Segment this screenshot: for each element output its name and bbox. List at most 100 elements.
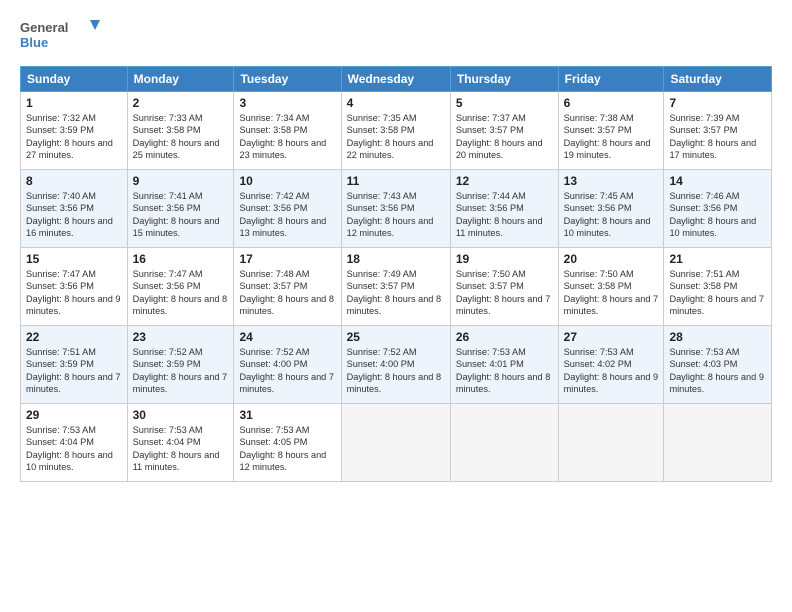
daylight-label: Daylight: 8 hours and 7 minutes. (239, 372, 334, 394)
sunrise-label: Sunrise: 7:52 AM (239, 347, 309, 357)
sunset-label: Sunset: 4:04 PM (26, 437, 94, 447)
daylight-label: Daylight: 8 hours and 27 minutes. (26, 138, 113, 160)
calendar-cell (450, 404, 558, 482)
calendar-cell: 14 Sunrise: 7:46 AM Sunset: 3:56 PM Dayl… (664, 170, 772, 248)
daylight-label: Daylight: 8 hours and 7 minutes. (564, 294, 659, 316)
cell-content: Sunrise: 7:52 AM Sunset: 3:59 PM Dayligh… (133, 346, 229, 396)
daylight-label: Daylight: 8 hours and 10 minutes. (26, 450, 113, 472)
sunrise-label: Sunrise: 7:53 AM (239, 425, 309, 435)
day-number: 20 (564, 252, 659, 266)
sunrise-label: Sunrise: 7:50 AM (564, 269, 634, 279)
sunset-label: Sunset: 3:57 PM (239, 281, 307, 291)
calendar-cell: 21 Sunrise: 7:51 AM Sunset: 3:58 PM Dayl… (664, 248, 772, 326)
cell-content: Sunrise: 7:42 AM Sunset: 3:56 PM Dayligh… (239, 190, 335, 240)
sunset-label: Sunset: 3:57 PM (564, 125, 632, 135)
sunrise-label: Sunrise: 7:52 AM (133, 347, 203, 357)
calendar-cell: 20 Sunrise: 7:50 AM Sunset: 3:58 PM Dayl… (558, 248, 664, 326)
cell-content: Sunrise: 7:46 AM Sunset: 3:56 PM Dayligh… (669, 190, 766, 240)
daylight-label: Daylight: 8 hours and 9 minutes. (669, 372, 764, 394)
daylight-label: Daylight: 8 hours and 8 minutes. (456, 372, 551, 394)
calendar-cell: 16 Sunrise: 7:47 AM Sunset: 3:56 PM Dayl… (127, 248, 234, 326)
header: General Blue (20, 16, 772, 56)
cell-content: Sunrise: 7:49 AM Sunset: 3:57 PM Dayligh… (347, 268, 445, 318)
page: General Blue Sunday Monday Tuesday Wedne… (0, 0, 792, 612)
calendar-table: Sunday Monday Tuesday Wednesday Thursday… (20, 66, 772, 482)
calendar-cell: 2 Sunrise: 7:33 AM Sunset: 3:58 PM Dayli… (127, 92, 234, 170)
calendar-cell: 19 Sunrise: 7:50 AM Sunset: 3:57 PM Dayl… (450, 248, 558, 326)
day-number: 1 (26, 96, 122, 110)
day-number: 26 (456, 330, 553, 344)
sunrise-label: Sunrise: 7:35 AM (347, 113, 417, 123)
svg-text:Blue: Blue (20, 35, 48, 50)
sunrise-label: Sunrise: 7:33 AM (133, 113, 203, 123)
daylight-label: Daylight: 8 hours and 10 minutes. (669, 216, 756, 238)
daylight-label: Daylight: 8 hours and 9 minutes. (564, 372, 659, 394)
sunset-label: Sunset: 3:57 PM (456, 281, 524, 291)
cell-content: Sunrise: 7:50 AM Sunset: 3:58 PM Dayligh… (564, 268, 659, 318)
cell-content: Sunrise: 7:53 AM Sunset: 4:04 PM Dayligh… (26, 424, 122, 474)
sunset-label: Sunset: 3:56 PM (347, 203, 415, 213)
sunrise-label: Sunrise: 7:38 AM (564, 113, 634, 123)
calendar-cell: 26 Sunrise: 7:53 AM Sunset: 4:01 PM Dayl… (450, 326, 558, 404)
daylight-label: Daylight: 8 hours and 17 minutes. (669, 138, 756, 160)
calendar-cell: 29 Sunrise: 7:53 AM Sunset: 4:04 PM Dayl… (21, 404, 128, 482)
col-sunday: Sunday (21, 67, 128, 92)
day-number: 21 (669, 252, 766, 266)
sunrise-label: Sunrise: 7:46 AM (669, 191, 739, 201)
day-number: 29 (26, 408, 122, 422)
calendar-cell: 23 Sunrise: 7:52 AM Sunset: 3:59 PM Dayl… (127, 326, 234, 404)
sunset-label: Sunset: 3:57 PM (347, 281, 415, 291)
day-number: 5 (456, 96, 553, 110)
calendar-week-4: 22 Sunrise: 7:51 AM Sunset: 3:59 PM Dayl… (21, 326, 772, 404)
cell-content: Sunrise: 7:51 AM Sunset: 3:58 PM Dayligh… (669, 268, 766, 318)
sunrise-label: Sunrise: 7:44 AM (456, 191, 526, 201)
sunrise-label: Sunrise: 7:49 AM (347, 269, 417, 279)
day-number: 13 (564, 174, 659, 188)
day-number: 23 (133, 330, 229, 344)
day-number: 24 (239, 330, 335, 344)
sunset-label: Sunset: 3:58 PM (239, 125, 307, 135)
col-tuesday: Tuesday (234, 67, 341, 92)
sunset-label: Sunset: 3:56 PM (456, 203, 524, 213)
sunrise-label: Sunrise: 7:40 AM (26, 191, 96, 201)
col-friday: Friday (558, 67, 664, 92)
day-number: 31 (239, 408, 335, 422)
day-number: 25 (347, 330, 445, 344)
cell-content: Sunrise: 7:52 AM Sunset: 4:00 PM Dayligh… (239, 346, 335, 396)
calendar-cell: 6 Sunrise: 7:38 AM Sunset: 3:57 PM Dayli… (558, 92, 664, 170)
daylight-label: Daylight: 8 hours and 10 minutes. (564, 216, 651, 238)
day-number: 17 (239, 252, 335, 266)
sunset-label: Sunset: 3:58 PM (347, 125, 415, 135)
day-number: 30 (133, 408, 229, 422)
sunset-label: Sunset: 3:56 PM (239, 203, 307, 213)
sunrise-label: Sunrise: 7:52 AM (347, 347, 417, 357)
calendar-cell: 30 Sunrise: 7:53 AM Sunset: 4:04 PM Dayl… (127, 404, 234, 482)
sunset-label: Sunset: 3:57 PM (456, 125, 524, 135)
day-number: 12 (456, 174, 553, 188)
sunset-label: Sunset: 4:01 PM (456, 359, 524, 369)
sunset-label: Sunset: 3:56 PM (26, 281, 94, 291)
daylight-label: Daylight: 8 hours and 23 minutes. (239, 138, 326, 160)
sunrise-label: Sunrise: 7:51 AM (26, 347, 96, 357)
cell-content: Sunrise: 7:33 AM Sunset: 3:58 PM Dayligh… (133, 112, 229, 162)
day-number: 3 (239, 96, 335, 110)
daylight-label: Daylight: 8 hours and 12 minutes. (347, 216, 434, 238)
col-thursday: Thursday (450, 67, 558, 92)
cell-content: Sunrise: 7:37 AM Sunset: 3:57 PM Dayligh… (456, 112, 553, 162)
calendar-cell: 24 Sunrise: 7:52 AM Sunset: 4:00 PM Dayl… (234, 326, 341, 404)
calendar-cell: 31 Sunrise: 7:53 AM Sunset: 4:05 PM Dayl… (234, 404, 341, 482)
sunrise-label: Sunrise: 7:47 AM (26, 269, 96, 279)
daylight-label: Daylight: 8 hours and 12 minutes. (239, 450, 326, 472)
calendar-cell (558, 404, 664, 482)
sunrise-label: Sunrise: 7:53 AM (26, 425, 96, 435)
logo: General Blue (20, 16, 100, 56)
day-number: 16 (133, 252, 229, 266)
day-number: 11 (347, 174, 445, 188)
daylight-label: Daylight: 8 hours and 7 minutes. (133, 372, 228, 394)
sunset-label: Sunset: 3:58 PM (564, 281, 632, 291)
sunrise-label: Sunrise: 7:47 AM (133, 269, 203, 279)
day-number: 6 (564, 96, 659, 110)
sunset-label: Sunset: 3:58 PM (133, 125, 201, 135)
sunset-label: Sunset: 4:04 PM (133, 437, 201, 447)
cell-content: Sunrise: 7:39 AM Sunset: 3:57 PM Dayligh… (669, 112, 766, 162)
